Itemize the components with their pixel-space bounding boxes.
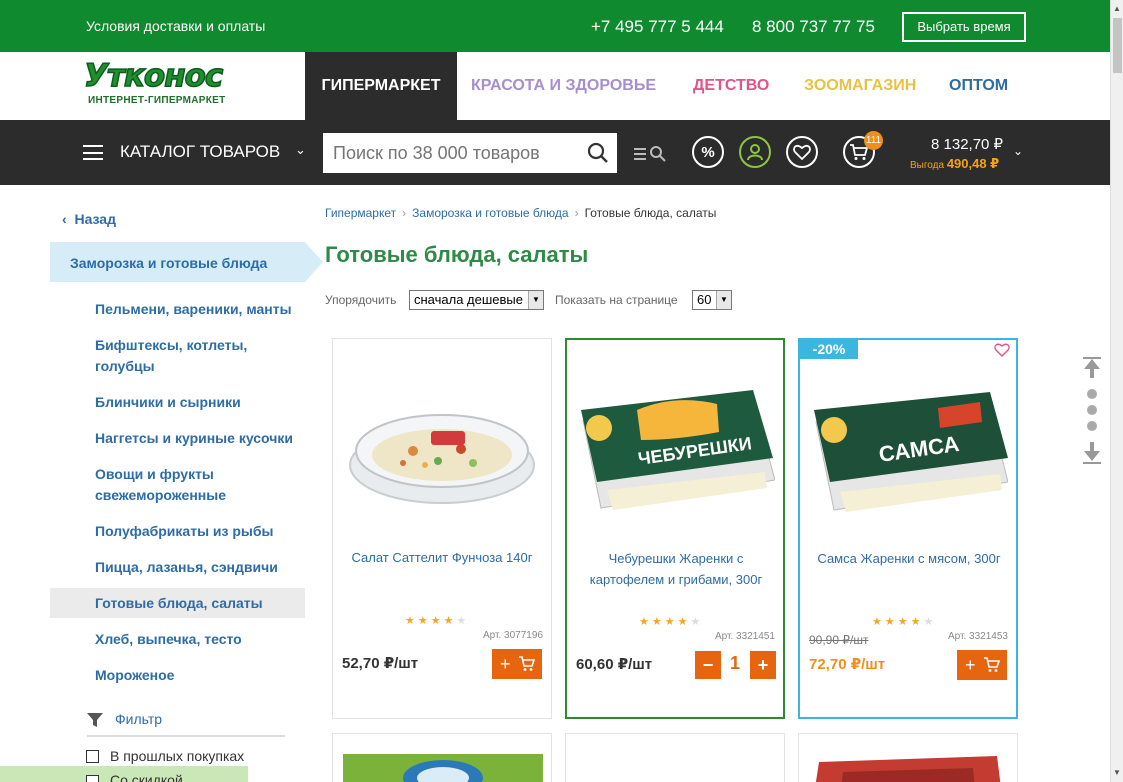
sort-select[interactable]: сначала дешевые ▼ bbox=[409, 290, 544, 310]
checkbox-label-past-purchases: В прошлых покупках bbox=[110, 748, 245, 764]
scrollbar[interactable]: ▲ ▼ bbox=[1110, 0, 1123, 782]
product-name[interactable]: Самса Жаренки с мясом, 300г bbox=[810, 548, 1008, 569]
tab-childhood[interactable]: ДЕТСТВО bbox=[693, 52, 769, 120]
sidebar-item-fish[interactable]: Полуфабрикаты из рыбы bbox=[95, 521, 305, 542]
page-title: Готовые блюда, салаты bbox=[325, 242, 589, 267]
sidebar-item-dumplings[interactable]: Пельмени, вареники, манты bbox=[95, 299, 305, 320]
sidebar-item-ready-meals[interactable]: Готовые блюда, салаты bbox=[50, 588, 305, 618]
top-bar: Условия доставки и оплаты +7 495 777 5 4… bbox=[0, 0, 1110, 52]
discounts-icon[interactable]: % bbox=[692, 136, 724, 168]
rating-stars: ★★★★★ bbox=[639, 616, 704, 628]
discount-badge: -20% bbox=[800, 340, 858, 359]
sidebar-item-icecream[interactable]: Мороженое bbox=[95, 665, 305, 686]
product-name[interactable]: Салат Саттелит Фунчоза 140г bbox=[343, 547, 541, 568]
breadcrumb: Гипермаркет › Заморозка и готовые блюда › Го… bbox=[325, 206, 717, 220]
product-image[interactable]: ЧЕБУРЕШКИ bbox=[577, 370, 775, 520]
old-price: 90,90 ₽/шт bbox=[809, 633, 869, 647]
heart-icon[interactable] bbox=[994, 343, 1010, 357]
sidebar-item-nuggets[interactable]: Наггетсы и куриные кусочки bbox=[95, 428, 305, 449]
benefit-value: 490,48 ₽ bbox=[946, 156, 1000, 171]
sort-label: Упорядочить bbox=[325, 293, 397, 307]
product-image[interactable] bbox=[343, 369, 541, 519]
logo[interactable]: Утконос ИНТЕРНЕТ-ГИПЕРМАРКЕТ bbox=[83, 58, 244, 115]
dropdown-arrow-icon: ▼ bbox=[716, 291, 731, 309]
product-card[interactable]: Салат Саттелит Фунчоза 140г ★★★★★ Арт. 3… bbox=[332, 338, 552, 719]
benefit-label: Выгода bbox=[910, 160, 945, 171]
breadcrumb-link[interactable]: Гипермаркет bbox=[325, 206, 396, 220]
cart-count-badge: 111 bbox=[864, 131, 883, 150]
search-input[interactable] bbox=[323, 133, 578, 173]
product-card[interactable] bbox=[565, 733, 785, 782]
search-box bbox=[323, 133, 617, 173]
phone-moscow[interactable]: +7 495 777 5 444 bbox=[591, 17, 724, 37]
product-image[interactable]: САМСА bbox=[810, 370, 1008, 520]
logo-word: Утконос bbox=[83, 58, 224, 94]
rating-stars: ★★★★★ bbox=[405, 615, 470, 627]
product-name[interactable]: Чебурешки Жаренки с картофелем и грибами… bbox=[577, 548, 775, 590]
delivery-link[interactable]: Условия доставки и оплаты bbox=[86, 18, 265, 34]
per-page-select[interactable]: 60 ▼ bbox=[692, 290, 732, 310]
product-article: Арт. 3321451 bbox=[715, 631, 775, 642]
sidebar-item-cutlets[interactable]: Бифштексы, котлеты, голубцы bbox=[95, 335, 285, 377]
tab-hypermarket[interactable]: ГИПЕРМАРКЕТ bbox=[305, 52, 457, 120]
product-price: 52,70 ₽/шт bbox=[342, 655, 419, 672]
increase-qty-button[interactable]: + bbox=[750, 651, 776, 679]
user-icon[interactable] bbox=[739, 136, 771, 168]
product-article: Арт. 3321453 bbox=[948, 631, 1008, 642]
benefit: Выгода 490,48 ₽ bbox=[910, 156, 999, 172]
chevron-down-icon[interactable]: ⌄ bbox=[1013, 144, 1023, 158]
dropdown-arrow-icon: ▼ bbox=[528, 291, 543, 309]
rating-stars: ★★★★★ bbox=[872, 616, 937, 628]
tab-beauty[interactable]: КРАСОТА И ЗДОРОВЬЕ bbox=[471, 52, 656, 120]
main-nav: Утконос ИНТЕРНЕТ-ГИПЕРМАРКЕТ ГИПЕРМАРКЕТ… bbox=[0, 52, 1110, 120]
heart-icon[interactable] bbox=[786, 136, 818, 168]
product-image[interactable] bbox=[813, 752, 1003, 782]
catalog-button[interactable]: КАТАЛОГ ТОВАРОВ bbox=[120, 142, 280, 162]
cart-icon bbox=[519, 656, 536, 671]
product-card[interactable]: -20% САМСА Самса Жаренки с мясом, 300г ★… bbox=[798, 338, 1018, 719]
decrease-qty-button[interactable]: − bbox=[695, 651, 721, 679]
checkbox-with-discount[interactable] bbox=[86, 775, 99, 782]
add-to-cart-button[interactable]: + bbox=[957, 650, 1007, 680]
menu-icon[interactable] bbox=[83, 145, 103, 160]
tab-wholesale[interactable]: ОПТОМ bbox=[949, 52, 1008, 120]
chevron-down-icon: ⌄ bbox=[295, 142, 306, 157]
product-price: 60,60 ₽/шт bbox=[576, 656, 653, 673]
quantity-value[interactable]: 1 bbox=[730, 653, 740, 674]
breadcrumb-link[interactable]: Заморозка и готовые блюда bbox=[412, 206, 568, 220]
sidebar-item-vegetables[interactable]: Овощи и фрукты свежемороженные bbox=[95, 464, 265, 506]
product-image[interactable] bbox=[343, 748, 543, 782]
scroll-controls bbox=[1083, 357, 1101, 464]
tab-zoo[interactable]: ЗООМАГАЗИН bbox=[804, 52, 916, 120]
advanced-search-icon[interactable] bbox=[633, 144, 667, 164]
choose-time-button[interactable]: Выбрать время bbox=[902, 12, 1026, 42]
cart-icon bbox=[984, 657, 1001, 672]
sidebar-item-pizza[interactable]: Пицца, лазанья, сэндвичи bbox=[95, 557, 305, 578]
filter-icon bbox=[87, 713, 103, 727]
product-price: 72,70 ₽/шт bbox=[809, 656, 886, 673]
scroll-up-icon[interactable]: ▲ bbox=[1113, 4, 1121, 13]
product-card[interactable]: ЧЕБУРЕШКИ Чебурешки Жаренки с картофелем… bbox=[565, 338, 785, 719]
checkbox-past-purchases[interactable] bbox=[86, 750, 99, 763]
per-page-label: Показать на странице bbox=[555, 293, 678, 307]
page: Условия доставки и оплаты +7 495 777 5 4… bbox=[0, 0, 1123, 782]
product-card[interactable] bbox=[332, 733, 552, 782]
sidebar-section-frozen[interactable]: Заморозка и готовые блюда bbox=[50, 242, 323, 282]
filter-divider bbox=[87, 735, 285, 737]
product-article: Арт. 3077196 bbox=[483, 630, 543, 641]
sidebar-item-pancakes[interactable]: Блинчики и сырники bbox=[95, 392, 305, 413]
phone-free[interactable]: 8 800 737 77 75 bbox=[752, 17, 875, 37]
filter-title[interactable]: Фильтр bbox=[115, 711, 162, 727]
sidebar-item-bread[interactable]: Хлеб, выпечка, тесто bbox=[95, 629, 305, 650]
product-card[interactable] bbox=[798, 733, 1018, 782]
scroll-down-icon[interactable]: ▼ bbox=[1113, 768, 1121, 777]
back-link[interactable]: ‹ Назад bbox=[62, 211, 116, 227]
checkbox-label-with-discount: Со скидкой bbox=[110, 772, 183, 782]
logo-subtitle: ИНТЕРНЕТ-ГИПЕРМАРКЕТ bbox=[88, 95, 226, 106]
scrollbar-thumb[interactable] bbox=[1113, 18, 1122, 73]
cart-total[interactable]: 8 132,70 ₽ bbox=[931, 135, 1003, 153]
search-icon[interactable] bbox=[587, 142, 609, 164]
breadcrumb-current: Готовые блюда, салаты bbox=[584, 206, 717, 220]
add-to-cart-button[interactable]: + bbox=[492, 649, 542, 679]
